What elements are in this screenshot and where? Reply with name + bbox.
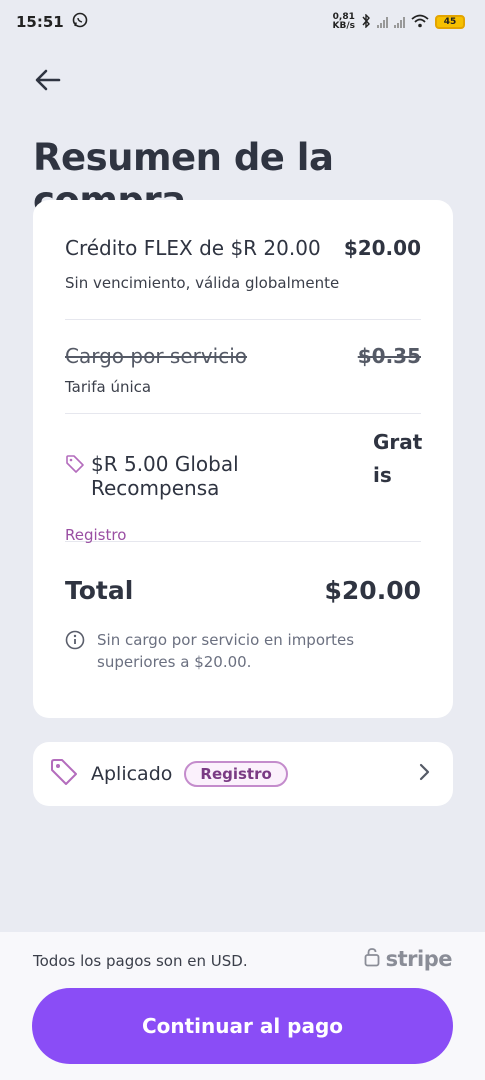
signal-icon xyxy=(377,16,388,28)
service-fee-title: Cargo por servicio xyxy=(65,344,248,368)
payments-note: Todos los pagos son en USD. xyxy=(33,952,248,970)
whatsapp-icon xyxy=(72,12,88,32)
chevron-right-icon xyxy=(419,763,431,785)
promo-title: $R 5.00 Global Recompensa xyxy=(91,452,239,500)
tag-icon xyxy=(65,454,85,478)
promo-price: Grat is xyxy=(373,430,423,487)
battery-icon: 45 xyxy=(435,15,465,29)
service-fee-subtitle: Tarifa única xyxy=(65,378,152,396)
net-speed: 0,81 KB/s xyxy=(333,13,355,31)
status-bar: 15:51 0,81 KB/s 45 xyxy=(0,0,485,44)
back-button[interactable] xyxy=(30,62,66,98)
status-right: 0,81 KB/s 45 xyxy=(333,13,465,31)
stripe-badge: stripe xyxy=(364,947,453,971)
checkout-footer: Todos los pagos son en USD. stripe Conti… xyxy=(0,932,485,1080)
stripe-logo: stripe xyxy=(385,947,453,971)
total-label: Total xyxy=(65,576,134,605)
credit-price: $20.00 xyxy=(343,236,421,260)
summary-card: Crédito FLEX de $R 20.00 $20.00 Sin venc… xyxy=(33,200,453,718)
continue-to-payment-button[interactable]: Continuar al pago xyxy=(32,988,453,1064)
signal-icon-2 xyxy=(394,16,405,28)
line-item-service-fee: Cargo por servicio $0.35 Tarifa única xyxy=(65,320,421,414)
info-icon xyxy=(65,630,85,673)
battery-level: 45 xyxy=(443,17,457,27)
promo-left: $R 5.00 Global Recompensa xyxy=(65,438,373,500)
fee-note: Sin cargo por servicio en importes super… xyxy=(65,629,421,673)
credit-subtitle: Sin vencimiento, válida globalmente xyxy=(65,274,340,292)
service-fee-price: $0.35 xyxy=(357,344,421,368)
total-value: $20.00 xyxy=(324,576,421,605)
wifi-icon xyxy=(411,14,429,31)
coupon-code-chip: Registro xyxy=(184,761,288,787)
line-item-promo: $R 5.00 Global Recompensa Grat is Regist… xyxy=(65,414,423,544)
arrow-left-icon xyxy=(35,69,61,91)
line-item-credit: Crédito FLEX de $R 20.00 $20.00 Sin venc… xyxy=(65,200,421,320)
lock-icon xyxy=(364,947,380,971)
tag-icon xyxy=(49,757,79,791)
bluetooth-icon xyxy=(361,12,371,31)
net-speed-unit: KB/s xyxy=(332,21,355,31)
total-row: Total $20.00 Sin cargo por servicio en i… xyxy=(65,542,421,673)
credit-title: Crédito FLEX de $R 20.00 xyxy=(65,236,321,260)
status-left: 15:51 xyxy=(16,12,88,32)
coupon-status: Aplicado xyxy=(91,763,173,785)
fee-note-text: Sin cargo por servicio en importes super… xyxy=(97,631,355,671)
status-time: 15:51 xyxy=(16,13,64,31)
coupon-row[interactable]: Aplicado Registro xyxy=(33,742,453,806)
